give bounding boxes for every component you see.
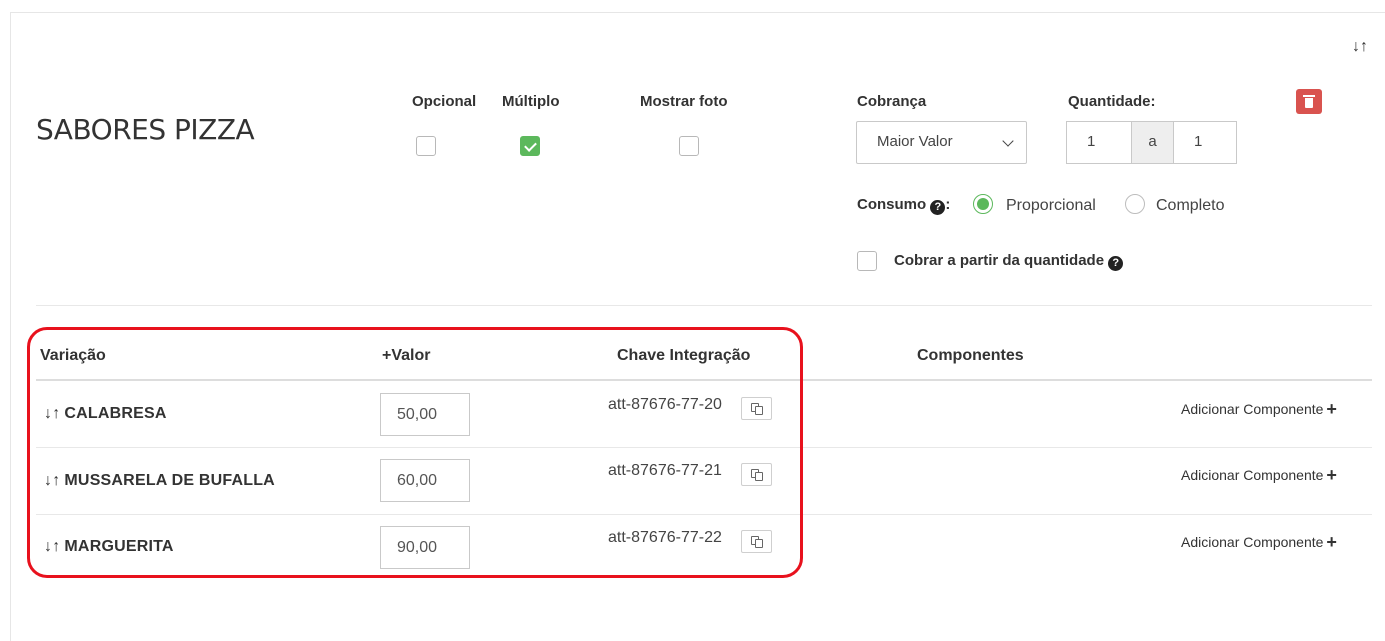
cobrar-partir-label: Cobrar a partir da quantidade (894, 252, 1105, 269)
header-componentes: Componentes (917, 347, 1024, 364)
mostrar-foto-label: Mostrar foto (640, 93, 728, 110)
cobrar-partir-checkbox[interactable] (857, 251, 877, 271)
consumo-label: Consumo (857, 196, 927, 213)
consumo-colon: : (945, 196, 951, 213)
add-component-label: Adicionar Componente (1181, 467, 1324, 483)
quantidade-separator: a (1131, 121, 1174, 164)
add-component-link[interactable]: Adicionar Componente + (1181, 399, 1337, 420)
question-circle-icon[interactable]: ? (930, 200, 946, 215)
quantidade-max-input[interactable]: 1 (1173, 121, 1237, 164)
question-circle-icon[interactable]: ? (1108, 256, 1124, 271)
consumo-completo-radio[interactable] (1125, 194, 1145, 214)
add-component-label: Adicionar Componente (1181, 534, 1324, 550)
plus-icon: + (1326, 532, 1337, 552)
multiplo-checkbox[interactable] (520, 136, 540, 156)
annotation-highlight (27, 327, 803, 578)
trash-icon (1303, 95, 1315, 108)
quantidade-separator-text: a (1148, 133, 1157, 150)
quantidade-min-input[interactable]: 1 (1066, 121, 1132, 164)
quantidade-label: Quantidade: (1068, 93, 1156, 110)
section-divider (36, 305, 1372, 306)
cobrar-partir-label-wrap: Cobrar a partir da quantidade ? (894, 252, 1124, 271)
opcional-label: Opcional (412, 93, 477, 110)
cobranca-label: Cobrança (857, 93, 927, 110)
mostrar-foto-checkbox[interactable] (679, 136, 699, 156)
add-component-link[interactable]: Adicionar Componente + (1181, 465, 1337, 486)
consumo-label-wrap: Consumo ?: (857, 196, 950, 215)
consumo-proporcional-label: Proporcional (1006, 197, 1096, 214)
consumo-completo-label: Completo (1156, 197, 1225, 214)
plus-icon: + (1326, 465, 1337, 485)
cobranca-selected-value: Maior Valor (877, 133, 953, 150)
chevron-down-icon (1002, 135, 1014, 147)
quantidade-max-value: 1 (1194, 133, 1203, 150)
group-sort-icon[interactable]: ↓↑ (1352, 38, 1368, 56)
quantidade-min-value: 1 (1087, 133, 1096, 150)
add-component-label: Adicionar Componente (1181, 401, 1324, 417)
cobranca-select[interactable]: Maior Valor (856, 121, 1027, 164)
multiplo-label: Múltiplo (502, 93, 560, 110)
consumo-proporcional-radio[interactable] (973, 194, 993, 214)
group-title: SABORES PIZZA (36, 113, 255, 146)
add-component-link[interactable]: Adicionar Componente + (1181, 532, 1337, 553)
delete-group-button[interactable] (1296, 89, 1322, 114)
opcional-checkbox[interactable] (416, 136, 436, 156)
plus-icon: + (1326, 399, 1337, 419)
